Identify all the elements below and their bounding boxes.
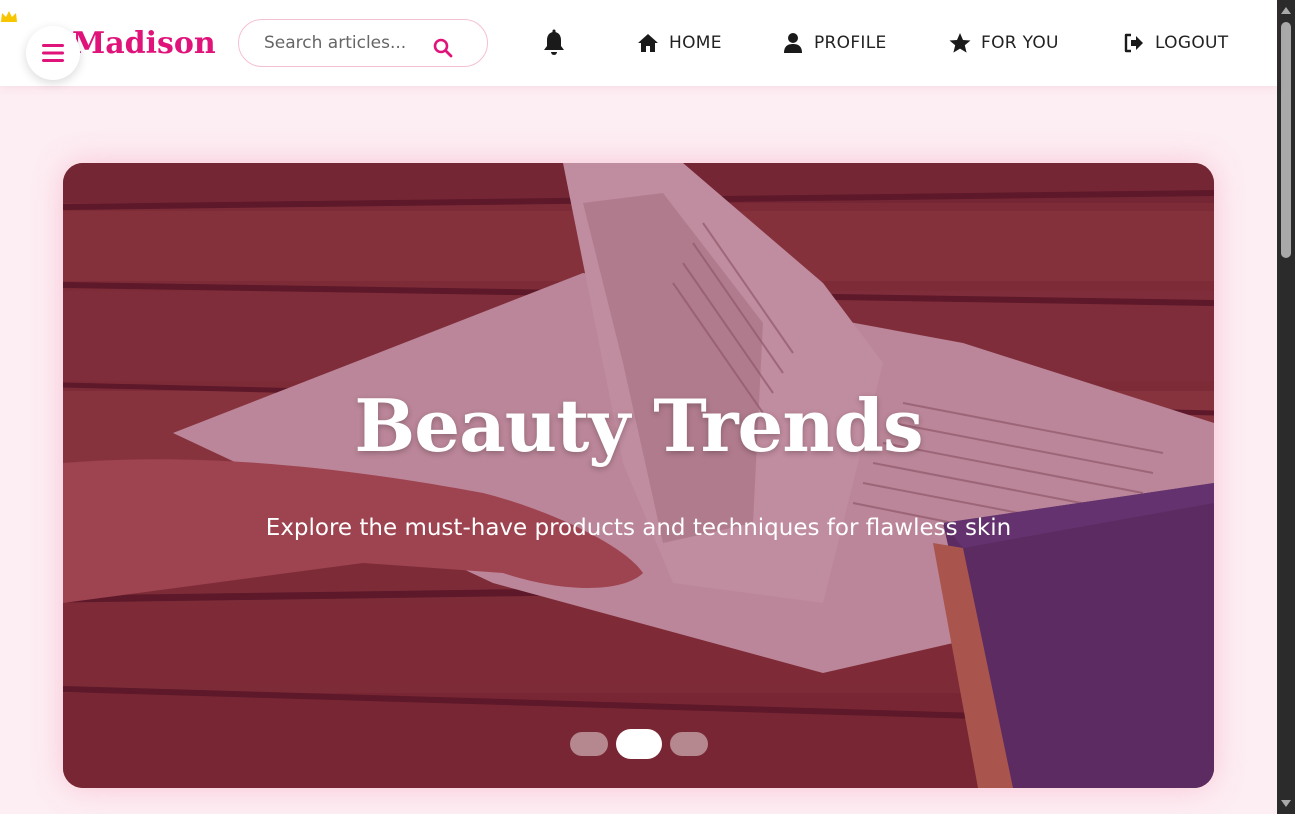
brand-logo[interactable]: Madison [72,24,216,64]
scrollbar-thumb[interactable] [1281,22,1291,258]
nav-home[interactable]: HOME [637,30,722,56]
slider-dot-3[interactable] [669,732,708,756]
slider-dot-1[interactable] [569,732,608,756]
crown-icon [1,11,17,22]
nav-profile-label: PROFILE [814,33,887,53]
scroll-down-icon[interactable] [1280,799,1292,809]
slider-dots [63,729,1214,759]
slider-dot-2[interactable] [615,729,662,759]
hamburger-menu-button[interactable] [26,26,80,80]
nav-profile[interactable]: PROFILE [782,30,887,56]
nav-logout-label: LOGOUT [1155,33,1229,53]
top-navbar: Madison HOME PROFILE FOR YOU [0,0,1277,86]
home-icon [638,34,658,52]
hero-title: Beauty Trends [354,383,923,468]
scroll-up-icon[interactable] [1280,5,1292,15]
star-icon [949,33,971,53]
hero-slider[interactable]: Beauty Trends Explore the must-have prod… [63,163,1214,788]
logout-icon [1124,33,1143,53]
search-input[interactable] [264,33,444,53]
user-icon [784,33,802,53]
nav-logout[interactable]: LOGOUT [1123,30,1228,56]
hamburger-icon [42,44,64,62]
hero-subtitle: Explore the must-have products and techn… [265,515,1012,541]
nav-home-label: HOME [669,33,722,53]
nav-for-you-label: FOR YOU [981,33,1059,53]
vertical-scrollbar[interactable] [1277,0,1295,814]
notification-bell-icon[interactable] [541,29,567,57]
hero-overlay [63,163,1214,788]
nav-for-you[interactable]: FOR YOU [949,30,1059,56]
search-box [238,19,488,67]
search-icon[interactable] [433,38,453,58]
